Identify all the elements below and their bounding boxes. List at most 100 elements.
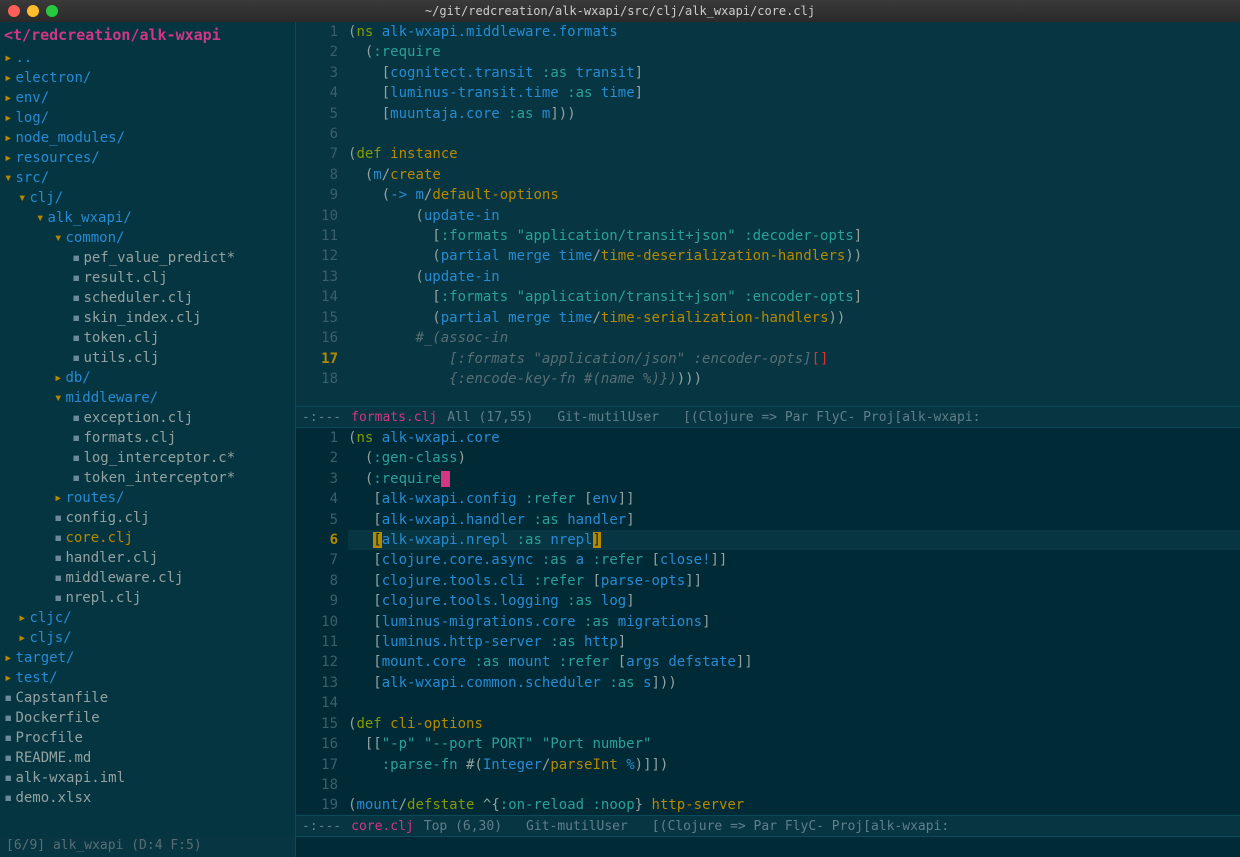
code-line[interactable]: 9 (-> m/default-options	[296, 185, 1240, 205]
code-line[interactable]: 9 [clojure.tools.logging :as log]	[296, 591, 1240, 611]
code-line[interactable]: 13 (update-in	[296, 267, 1240, 287]
tree-folder[interactable]: ▸target/	[0, 648, 295, 668]
line-number: 14	[296, 287, 348, 307]
code-line[interactable]: 1(ns alk-wxapi.middleware.formats	[296, 22, 1240, 42]
tree-folder[interactable]: ▸node_modules/	[0, 128, 295, 148]
code-line[interactable]: 10 [luminus-migrations.core :as migratio…	[296, 612, 1240, 632]
code-line[interactable]: 17 [:formats "application/json" :encoder…	[296, 349, 1240, 369]
tree-file[interactable]: ▪nrepl.clj	[0, 588, 295, 608]
code-line[interactable]: 15 (partial merge time/time-serializatio…	[296, 308, 1240, 328]
tree-folder[interactable]: ▸routes/	[0, 488, 295, 508]
code-line[interactable]: 17 :parse-fn #(Integer/parseInt %)]])	[296, 755, 1240, 775]
tree-file[interactable]: ▪core.clj	[0, 528, 295, 548]
tree-folder[interactable]: ▸resources/	[0, 148, 295, 168]
code-line[interactable]: 6	[296, 124, 1240, 144]
code-line[interactable]: 2 (:require	[296, 42, 1240, 62]
code-view-bottom[interactable]: 1(ns alk-wxapi.core2 (:gen-class)3 (:req…	[296, 428, 1240, 815]
tree-file[interactable]: ▪skin_index.clj	[0, 308, 295, 328]
tree-folder[interactable]: ▸electron/	[0, 68, 295, 88]
code-line[interactable]: 14 [:formats "application/transit+json" …	[296, 287, 1240, 307]
tree-file[interactable]: ▪token_interceptor*	[0, 468, 295, 488]
file-tree-sidebar[interactable]: <t/redcreation/alk-wxapi ▸..▸electron/▸e…	[0, 22, 296, 857]
code-line[interactable]: 5 [muuntaja.core :as m]))	[296, 104, 1240, 124]
code-line[interactable]: 8 (m/create	[296, 165, 1240, 185]
code-line[interactable]: 8 [clojure.tools.cli :refer [parse-opts]…	[296, 571, 1240, 591]
tree-file[interactable]: ▪config.clj	[0, 508, 295, 528]
code-line[interactable]: 4 [luminus-transit.time :as time]	[296, 83, 1240, 103]
minimize-icon[interactable]	[27, 5, 39, 17]
zoom-icon[interactable]	[46, 5, 58, 17]
tree-folder[interactable]: ▸log/	[0, 108, 295, 128]
folder-icon: ▸	[4, 670, 12, 686]
tree-file[interactable]: ▪README.md	[0, 748, 295, 768]
code-view-top[interactable]: 1(ns alk-wxapi.middleware.formats2 (:req…	[296, 22, 1240, 406]
code-line[interactable]: 14	[296, 693, 1240, 713]
tree-folder[interactable]: ▾common/	[0, 228, 295, 248]
tree-item-label: middleware.clj	[65, 570, 183, 586]
workspace: <t/redcreation/alk-wxapi ▸..▸electron/▸e…	[0, 22, 1240, 857]
code-line[interactable]: 16 #_(assoc-in	[296, 328, 1240, 348]
tree-folder[interactable]: ▸env/	[0, 88, 295, 108]
tree-file[interactable]: ▪pef_value_predict*	[0, 248, 295, 268]
tree-file[interactable]: ▪Dockerfile	[0, 708, 295, 728]
code-line[interactable]: 5 [alk-wxapi.handler :as handler]	[296, 510, 1240, 530]
tree-folder[interactable]: ▾middleware/	[0, 388, 295, 408]
tree-file[interactable]: ▪scheduler.clj	[0, 288, 295, 308]
code-line[interactable]: 4 [alk-wxapi.config :refer [env]]	[296, 489, 1240, 509]
tree-file[interactable]: ▪middleware.clj	[0, 568, 295, 588]
tree-file[interactable]: ▪token.clj	[0, 328, 295, 348]
tree-folder[interactable]: ▸cljc/	[0, 608, 295, 628]
file-icon: ▪	[72, 410, 80, 426]
code-line[interactable]: 7(def instance	[296, 144, 1240, 164]
tree-file[interactable]: ▪demo.xlsx	[0, 788, 295, 808]
tree-folder[interactable]: ▾clj/	[0, 188, 295, 208]
tree-file[interactable]: ▪Procfile	[0, 728, 295, 748]
editor-pane-bottom[interactable]: 1(ns alk-wxapi.core2 (:gen-class)3 (:req…	[296, 428, 1240, 837]
tree-file[interactable]: ▪handler.clj	[0, 548, 295, 568]
line-content: [alk-wxapi.common.scheduler :as s]))	[348, 673, 1240, 693]
tree-file[interactable]: ▪utils.clj	[0, 348, 295, 368]
tree-file[interactable]: ▪formats.clj	[0, 428, 295, 448]
tree-folder[interactable]: ▸db/	[0, 368, 295, 388]
line-number: 10	[296, 612, 348, 632]
code-line[interactable]: 12 (partial merge time/time-deserializat…	[296, 246, 1240, 266]
tree-file[interactable]: ▪result.clj	[0, 268, 295, 288]
file-icon: ▪	[72, 430, 80, 446]
code-line[interactable]: 18 {:encode-key-fn #(name %)}))))	[296, 369, 1240, 389]
close-icon[interactable]	[8, 5, 20, 17]
tree-item-label: node_modules/	[15, 130, 125, 146]
code-line[interactable]: 1(ns alk-wxapi.core	[296, 428, 1240, 448]
tree-folder[interactable]: ▾src/	[0, 168, 295, 188]
file-tree[interactable]: ▸..▸electron/▸env/▸log/▸node_modules/▸re…	[0, 48, 295, 808]
code-line[interactable]: 2 (:gen-class)	[296, 448, 1240, 468]
file-icon: ▪	[54, 550, 62, 566]
code-line[interactable]: 16 [["-p" "--port PORT" "Port number"	[296, 734, 1240, 754]
code-line[interactable]: 15(def cli-options	[296, 714, 1240, 734]
code-line[interactable]: 13 [alk-wxapi.common.scheduler :as s]))	[296, 673, 1240, 693]
tree-folder[interactable]: ▸cljs/	[0, 628, 295, 648]
code-line[interactable]: 10 (update-in	[296, 206, 1240, 226]
code-line[interactable]: 18	[296, 775, 1240, 795]
code-line[interactable]: 11 [:formats "application/transit+json" …	[296, 226, 1240, 246]
code-line[interactable]: 12 [mount.core :as mount :refer [args de…	[296, 652, 1240, 672]
code-line[interactable]: 6 [alk-wxapi.nrepl :as nrepl]	[296, 530, 1240, 550]
folder-icon: ▸	[18, 610, 26, 626]
tree-file[interactable]: ▪exception.clj	[0, 408, 295, 428]
code-line[interactable]: 11 [luminus.http-server :as http]	[296, 632, 1240, 652]
code-line[interactable]: 3 [cognitect.transit :as transit]	[296, 63, 1240, 83]
code-line[interactable]: 19(mount/defstate ^{:on-reload :noop} ht…	[296, 795, 1240, 815]
editor-pane-top[interactable]: 1(ns alk-wxapi.middleware.formats2 (:req…	[296, 22, 1240, 428]
tree-file[interactable]: ▪log_interceptor.c*	[0, 448, 295, 468]
line-content: [luminus.http-server :as http]	[348, 632, 1240, 652]
tree-folder[interactable]: ▸test/	[0, 668, 295, 688]
tree-folder[interactable]: ▸..	[0, 48, 295, 68]
modeline-filename: formats.clj	[351, 410, 437, 425]
code-line[interactable]: 3 (:require	[296, 469, 1240, 489]
minibuffer[interactable]	[296, 837, 1240, 857]
tree-file[interactable]: ▪Capstanfile	[0, 688, 295, 708]
tree-folder[interactable]: ▾alk_wxapi/	[0, 208, 295, 228]
tree-file[interactable]: ▪alk-wxapi.iml	[0, 768, 295, 788]
code-line[interactable]: 7 [clojure.core.async :as a :refer [clos…	[296, 550, 1240, 570]
editor-area: 1(ns alk-wxapi.middleware.formats2 (:req…	[296, 22, 1240, 857]
line-number: 15	[296, 308, 348, 328]
